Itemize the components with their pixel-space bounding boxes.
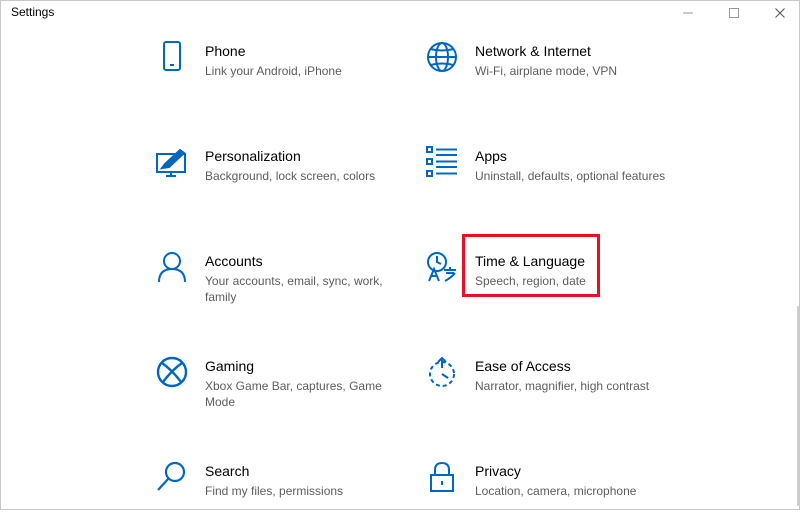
minimize-icon (683, 12, 693, 14)
settings-tile-ease-of-access[interactable]: Ease of Access Narrator, magnifier, high… (426, 356, 686, 426)
scrollbar-edge[interactable] (797, 306, 799, 506)
tile-name: Phone (205, 43, 246, 59)
tile-description: Narrator, magnifier, high contrast (475, 379, 650, 393)
tile-description: Find my files, permissions (205, 484, 344, 498)
close-icon (775, 8, 785, 18)
tile-name: Search (205, 463, 250, 479)
maximize-button[interactable] (711, 1, 757, 25)
tile-description: Wi-Fi, airplane mode, VPN (475, 64, 618, 78)
search-icon (156, 461, 188, 493)
time-language-icon (426, 251, 458, 283)
tile-description: Your accounts, email, sync, work, family (205, 274, 383, 304)
settings-tile-search[interactable]: Search Find my files, permissions (156, 461, 416, 531)
lock-icon (426, 461, 458, 493)
tile-description: Xbox Game Bar, captures, Game Mode (205, 379, 382, 409)
tile-name: Privacy (475, 463, 521, 479)
tile-name: Ease of Access (475, 358, 571, 374)
settings-tile-network-internet[interactable]: Network & Internet Wi-Fi, airplane mode,… (426, 41, 686, 111)
personalization-icon (156, 146, 188, 178)
tile-description: Link your Android, iPhone (205, 64, 342, 78)
settings-tile-accounts[interactable]: Accounts Your accounts, email, sync, wor… (156, 251, 416, 321)
settings-tile-privacy[interactable]: Privacy Location, camera, microphone (426, 461, 686, 531)
maximize-icon (729, 8, 739, 18)
tile-name: Gaming (205, 358, 255, 374)
minimize-button[interactable] (665, 1, 711, 25)
xbox-icon (156, 356, 188, 388)
tile-name: Apps (475, 148, 507, 164)
globe-icon (426, 41, 458, 73)
tile-name: Accounts (205, 253, 263, 269)
settings-tile-gaming[interactable]: Gaming Xbox Game Bar, captures, Game Mod… (156, 356, 416, 426)
settings-tile-apps[interactable]: Apps Uninstall, defaults, optional featu… (426, 146, 686, 216)
window-title: Settings (11, 5, 55, 19)
title-bar: Settings (1, 1, 799, 25)
settings-tile-personalization[interactable]: Personalization Background, lock screen,… (156, 146, 416, 216)
ease-of-access-icon (426, 356, 458, 388)
phone-icon (156, 41, 188, 73)
close-button[interactable] (757, 1, 800, 25)
settings-tile-phone[interactable]: Phone Link your Android, iPhone (156, 41, 416, 111)
tile-description: Uninstall, defaults, optional features (475, 169, 666, 183)
highlight-box (462, 234, 600, 297)
tile-name: Network & Internet (475, 43, 591, 59)
tile-description: Location, camera, microphone (475, 484, 637, 498)
person-icon (156, 251, 188, 283)
tile-name: Personalization (205, 148, 301, 164)
apps-list-icon (426, 146, 458, 178)
tile-description: Background, lock screen, colors (205, 169, 376, 183)
